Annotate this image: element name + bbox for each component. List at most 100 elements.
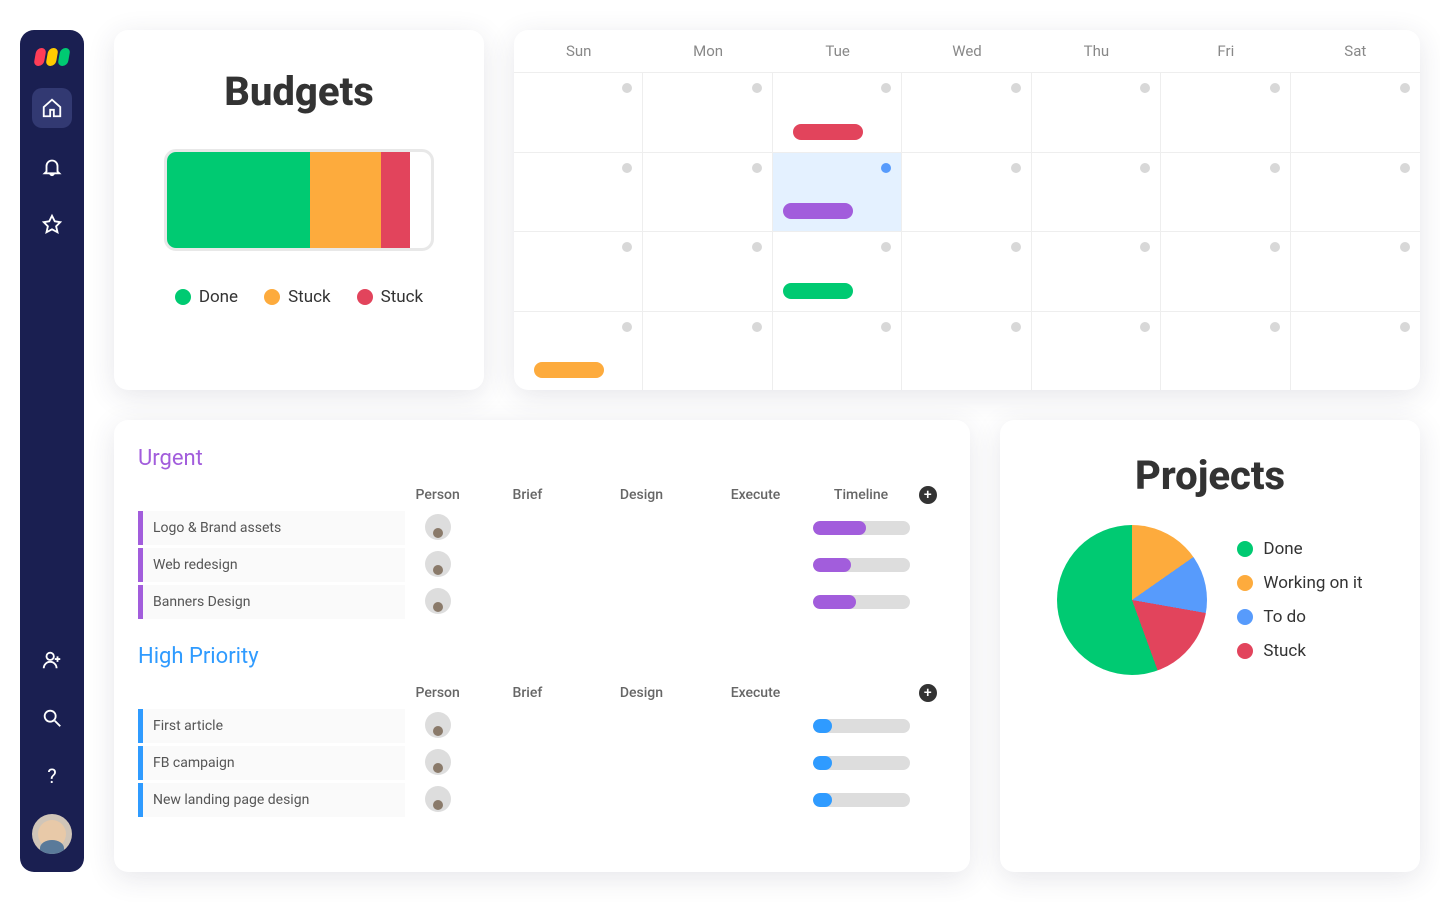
calendar-cell[interactable] [902,152,1031,232]
status-cell[interactable]: Done [470,548,584,582]
add-column-icon[interactable]: + [919,684,937,702]
calendar-cell[interactable] [1161,311,1290,391]
calendar-body [514,72,1420,390]
status-cell[interactable]: Done [470,585,584,619]
legend-item-stuck-2: Stuck [357,287,424,307]
table-row[interactable]: First article [138,709,946,743]
timeline-cell[interactable] [813,783,910,817]
calendar-cell[interactable] [773,311,902,391]
row-add-cell[interactable] [910,709,946,743]
table-row[interactable]: FB campaign [138,746,946,780]
calendar-event-purple[interactable] [783,203,853,219]
bell-icon[interactable] [32,146,72,186]
calendar-cell[interactable] [1032,152,1161,232]
calendar-event-yellow[interactable] [534,362,604,378]
task-name[interactable]: Banners Design [138,585,405,619]
calendar-cell[interactable] [1291,311,1420,391]
person-avatar[interactable] [425,712,451,738]
row-add-cell[interactable] [910,511,946,545]
status-cell[interactable] [698,585,812,619]
timeline-cell[interactable] [813,585,910,619]
calendar-cell[interactable] [1032,72,1161,152]
task-name[interactable]: FB campaign [138,746,405,780]
timeline-cell[interactable] [813,511,910,545]
column-header: Timeline [813,482,910,508]
table-row[interactable]: Web redesignDoneDoneStuck [138,548,946,582]
calendar-cell[interactable] [1032,231,1161,311]
status-cell[interactable]: Done [584,548,698,582]
calendar-cell[interactable] [1032,311,1161,391]
calendar-cell[interactable] [902,311,1031,391]
calendar-cell[interactable] [643,152,772,232]
table-row[interactable]: Logo & Brand assetsDoneDoneWorking on it [138,511,946,545]
calendar-cell[interactable] [514,231,643,311]
calendar-cell[interactable] [643,72,772,152]
add-user-icon[interactable] [32,640,72,680]
status-cell[interactable]: Stuck [698,548,812,582]
day-header: Mon [643,30,772,72]
row-add-cell[interactable] [910,548,946,582]
app-shell: ? Budgets Done Stuck Stuck Sun Mon Tue [20,30,1420,872]
person-avatar[interactable] [425,786,451,812]
calendar-cell[interactable] [773,231,902,311]
calendar-event-green[interactable] [783,283,853,299]
calendar-cell[interactable] [643,231,772,311]
search-icon[interactable] [32,698,72,738]
status-cell[interactable]: Stuck [584,585,698,619]
task-name[interactable]: Web redesign [138,548,405,582]
user-avatar[interactable] [32,814,72,854]
row-add-cell[interactable] [910,746,946,780]
status-cell[interactable] [584,709,698,743]
home-icon[interactable] [32,88,72,128]
add-column-icon[interactable]: + [919,486,937,504]
calendar-cell[interactable] [514,72,643,152]
status-cell[interactable]: Done [584,511,698,545]
column-header: Person [405,482,471,508]
calendar-cell[interactable] [514,311,643,391]
calendar-cell[interactable] [1291,152,1420,232]
timeline-cell[interactable] [813,709,910,743]
task-name[interactable]: New landing page design [138,783,405,817]
calendar-cell[interactable] [514,152,643,232]
person-avatar[interactable] [425,588,451,614]
status-cell[interactable] [698,783,812,817]
calendar-cell[interactable] [1161,152,1290,232]
status-cell[interactable] [698,746,812,780]
column-header: Execute [698,482,812,508]
status-cell[interactable] [584,783,698,817]
calendar-cell-today[interactable] [773,152,902,232]
calendar-cell[interactable] [1161,72,1290,152]
status-cell[interactable] [584,746,698,780]
person-avatar[interactable] [425,749,451,775]
calendar-cell[interactable] [1291,72,1420,152]
task-name[interactable]: First article [138,709,405,743]
calendar-cell[interactable] [902,72,1031,152]
help-icon[interactable]: ? [32,756,72,796]
star-icon[interactable] [32,204,72,244]
status-cell[interactable]: Done [470,511,584,545]
row-add-cell[interactable] [910,783,946,817]
status-cell[interactable] [470,709,584,743]
status-cell[interactable] [470,783,584,817]
calendar-cell[interactable] [643,311,772,391]
calendar-event-red[interactable] [793,124,863,140]
calendar-cell[interactable] [1291,231,1420,311]
day-header: Wed [902,30,1031,72]
main-grid: Budgets Done Stuck Stuck Sun Mon Tue Wed… [114,30,1420,872]
table-row[interactable]: Banners Design DoneStuck [138,585,946,619]
status-cell[interactable]: Working on it [698,511,812,545]
calendar-cell[interactable] [902,231,1031,311]
status-cell[interactable] [698,709,812,743]
status-cell[interactable] [470,746,584,780]
calendar-header: Sun Mon Tue Wed Thu Fri Sat [514,30,1420,72]
person-avatar[interactable] [425,551,451,577]
timeline-cell[interactable] [813,548,910,582]
timeline-cell[interactable] [813,746,910,780]
task-name[interactable]: Logo & Brand assets [138,511,405,545]
calendar-cell[interactable] [1161,231,1290,311]
person-avatar[interactable] [425,514,451,540]
dot-icon [1237,541,1253,557]
table-row[interactable]: New landing page design [138,783,946,817]
row-add-cell[interactable] [910,585,946,619]
calendar-cell[interactable] [773,72,902,152]
